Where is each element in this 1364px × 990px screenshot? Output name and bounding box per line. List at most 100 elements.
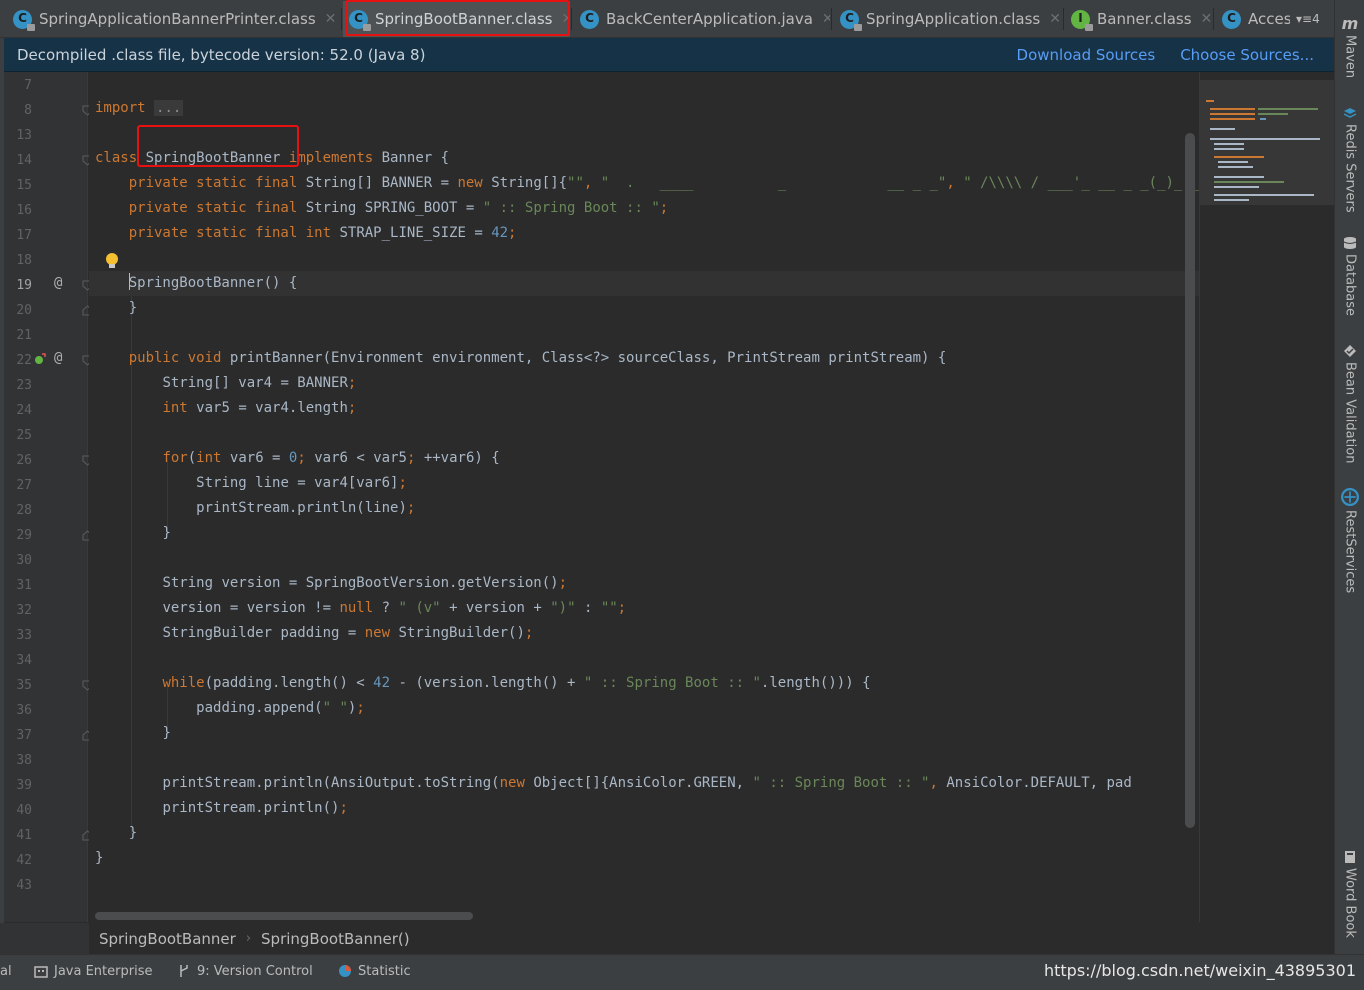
tab-spring-application[interactable]: SpringApplication.class ✕ (832, 1, 1062, 37)
code-line: } (128, 825, 138, 841)
tab-back-center-application[interactable]: BackCenterApplication.java ✕ (572, 1, 830, 37)
word-book-icon (1345, 851, 1355, 863)
status-bar (0, 986, 1364, 990)
line-number: 24 (16, 403, 32, 418)
close-icon[interactable]: ✕ (325, 11, 337, 27)
tool-java-enterprise[interactable]: Java Enterprise (34, 955, 152, 987)
class-icon (580, 9, 599, 29)
line-number: 25 (16, 428, 32, 443)
line-number: 28 (16, 503, 32, 518)
line-number: 19 (16, 278, 32, 293)
breadcrumb-method[interactable]: SpringBootBanner() (261, 930, 410, 948)
code-line: class SpringBootBanner implements Banner… (95, 150, 450, 166)
code-editor[interactable]: import ... class SpringBootBanner implem… (89, 72, 1199, 922)
decompiled-banner: Decompiled .class file, bytecode version… (4, 38, 1334, 72)
tab-label: Banner.class (1097, 10, 1192, 28)
close-icon[interactable]: ✕ (1049, 11, 1061, 27)
tool-maven[interactable]: m Maven (1335, 14, 1364, 78)
code-line: } (162, 525, 171, 541)
line-number: 40 (16, 803, 32, 818)
line-number: 22 (16, 353, 32, 368)
line-number: 26 (16, 453, 32, 468)
code-line: int var5 = var4.length; (162, 400, 357, 416)
database-icon (1343, 237, 1357, 249)
line-number: 23 (16, 378, 32, 393)
folded-imports[interactable]: ... (154, 100, 184, 116)
code-minimap[interactable] (1199, 72, 1335, 922)
tab-label: SpringApplication.class (866, 10, 1041, 28)
close-icon[interactable]: ✕ (561, 11, 570, 27)
line-number: 30 (16, 553, 32, 568)
tool-version-control[interactable]: 9: Version Control (177, 955, 313, 987)
code-line: private static final int STRAP_LINE_SIZE… (128, 225, 517, 241)
line-number: 41 (16, 828, 32, 843)
line-number: 34 (16, 653, 32, 668)
line-number: 31 (16, 578, 32, 593)
horizontal-scrollbar[interactable] (95, 912, 473, 920)
download-sources-link[interactable]: Download Sources (1017, 46, 1156, 64)
class-icon (1222, 9, 1241, 29)
tab-label: SpringBootBanner.class (375, 10, 553, 28)
annotation-marker-icon[interactable]: @ (54, 350, 62, 366)
annotation-marker-icon[interactable]: @ (54, 275, 62, 291)
tab-label: SpringApplicationBannerPrinter.class (39, 10, 316, 28)
line-number: 16 (16, 203, 32, 218)
code-line: private static final String SPRING_BOOT … (128, 200, 669, 216)
line-number: 38 (16, 753, 32, 768)
chevron-right-icon: › (245, 931, 252, 946)
tool-redis-servers[interactable]: Redis Servers (1335, 106, 1364, 213)
bottom-tool-bar: al Java Enterprise 9: Version Control St… (0, 954, 1364, 986)
tool-word-book[interactable]: Word Book (1335, 850, 1364, 938)
line-number: 33 (16, 628, 32, 643)
java-enterprise-icon (34, 966, 48, 978)
tool-statistic[interactable]: Statistic (338, 955, 411, 987)
close-icon[interactable]: ✕ (1201, 11, 1212, 27)
line-number: 29 (16, 528, 32, 543)
line-number: 39 (16, 778, 32, 793)
tab-acces[interactable]: Acces (1214, 1, 1290, 37)
tab-list-dropdown[interactable]: ▾≡4 (1296, 0, 1320, 37)
class-icon (840, 9, 862, 31)
code-line: printStream.println(); (162, 800, 348, 816)
line-number: 20 (16, 303, 32, 318)
overrides-method-icon[interactable] (34, 353, 46, 365)
tool-rest-services[interactable]: RestServices (1335, 488, 1364, 593)
tab-banner[interactable]: Banner.class ✕ (1064, 1, 1212, 37)
tab-spring-boot-banner[interactable]: SpringBootBanner.class ✕ (343, 1, 570, 37)
bean-validation-icon (1344, 345, 1356, 357)
class-icon (349, 9, 371, 31)
choose-sources-link[interactable]: Choose Sources... (1180, 46, 1314, 64)
tab-spring-application-banner-printer[interactable]: SpringApplicationBannerPrinter.class ✕ (0, 1, 340, 37)
close-icon[interactable]: ✕ (822, 11, 830, 27)
tab-label: Acces (1248, 10, 1290, 28)
editor-tab-bar: SpringApplicationBannerPrinter.class ✕ S… (0, 0, 1334, 38)
watermark-url: https://blog.csdn.net/weixin_43895301 (1043, 961, 1356, 980)
line-number: 13 (16, 128, 32, 143)
maven-icon: m (1341, 14, 1359, 33)
interface-icon (1071, 9, 1093, 31)
banner-text: Decompiled .class file, bytecode version… (17, 45, 426, 64)
tool-bean-validation[interactable]: Bean Validation (1335, 344, 1364, 463)
code-line: private static final String[] BANNER = n… (128, 175, 1199, 191)
line-number: 36 (16, 703, 32, 718)
tool-database[interactable]: Database (1335, 236, 1364, 316)
code-line: } (128, 300, 138, 316)
line-number: 8 (24, 103, 32, 118)
line-number: 27 (16, 478, 32, 493)
line-number: 21 (16, 328, 32, 343)
line-number-gutter[interactable]: 7 8 13 14 15 16 17 18 19 @20 21 22 @23 24 25 26 27 28 29 30… (4, 72, 93, 922)
line-number: 37 (16, 728, 32, 743)
line-number: 7 (24, 78, 32, 93)
vertical-scrollbar[interactable] (1185, 133, 1195, 828)
code-line: padding.append(" "); (196, 700, 365, 716)
line-number: 17 (16, 228, 32, 243)
tab-label: BackCenterApplication.java (606, 10, 813, 28)
lightbulb-icon[interactable] (105, 252, 119, 270)
code-line: while(padding.length() < 42 - (version.l… (162, 675, 871, 691)
tool-terminal-truncated[interactable]: al (0, 955, 12, 987)
breadcrumb: SpringBootBanner › SpringBootBanner() (89, 923, 1334, 954)
line-number: 18 (16, 253, 32, 268)
code-line: for(int var6 = 0; var6 < var5; ++var6) { (162, 450, 500, 466)
breadcrumb-class[interactable]: SpringBootBanner (99, 930, 236, 948)
current-code-line: SpringBootBanner() { (89, 271, 1199, 296)
